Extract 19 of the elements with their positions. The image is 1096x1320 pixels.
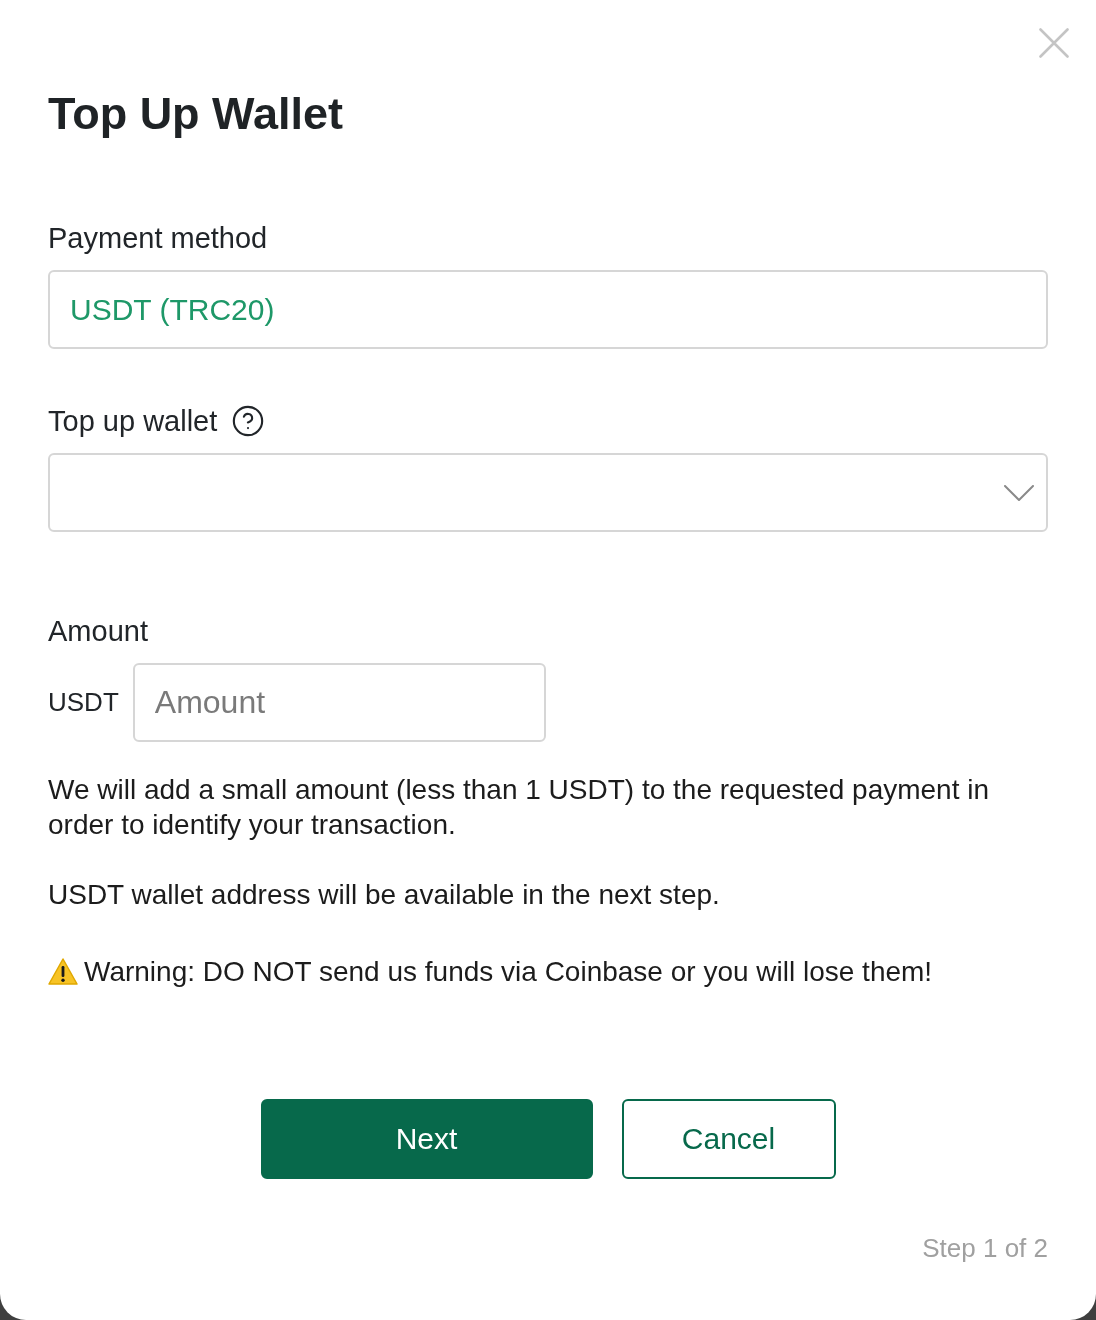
field-label: Amount xyxy=(48,614,148,649)
field-label: Top up wallet xyxy=(48,404,218,439)
info-text: USDT wallet address will be available in the next step. xyxy=(48,878,721,912)
info-text: We will add a small amount (less than 1 USDT) to the requested payment in order to identify your transaction. xyxy=(48,773,991,842)
warning-icon xyxy=(48,958,78,985)
amount-input[interactable]: Amount xyxy=(132,663,546,742)
step-indicator: Step 1 of 2 xyxy=(922,1233,1048,1264)
payment-method-field[interactable]: USDT (TRC20) xyxy=(48,270,1048,349)
field-label: Payment method xyxy=(48,221,268,256)
cancel-button[interactable]: Cancel xyxy=(621,1099,836,1179)
warning-text: Warning: DO NOT send us funds via Coinbase or you will lose them! xyxy=(84,955,933,989)
close-button[interactable] xyxy=(1039,28,1069,58)
next-button[interactable]: Next xyxy=(260,1099,593,1179)
help-icon[interactable] xyxy=(231,404,266,438)
currency-label: USDT xyxy=(48,687,119,718)
dialog-title: Top Up Wallet xyxy=(48,87,343,141)
chevron-down-icon xyxy=(1004,484,1034,501)
close-icon xyxy=(1039,28,1069,58)
wallet-select[interactable] xyxy=(48,453,1048,532)
